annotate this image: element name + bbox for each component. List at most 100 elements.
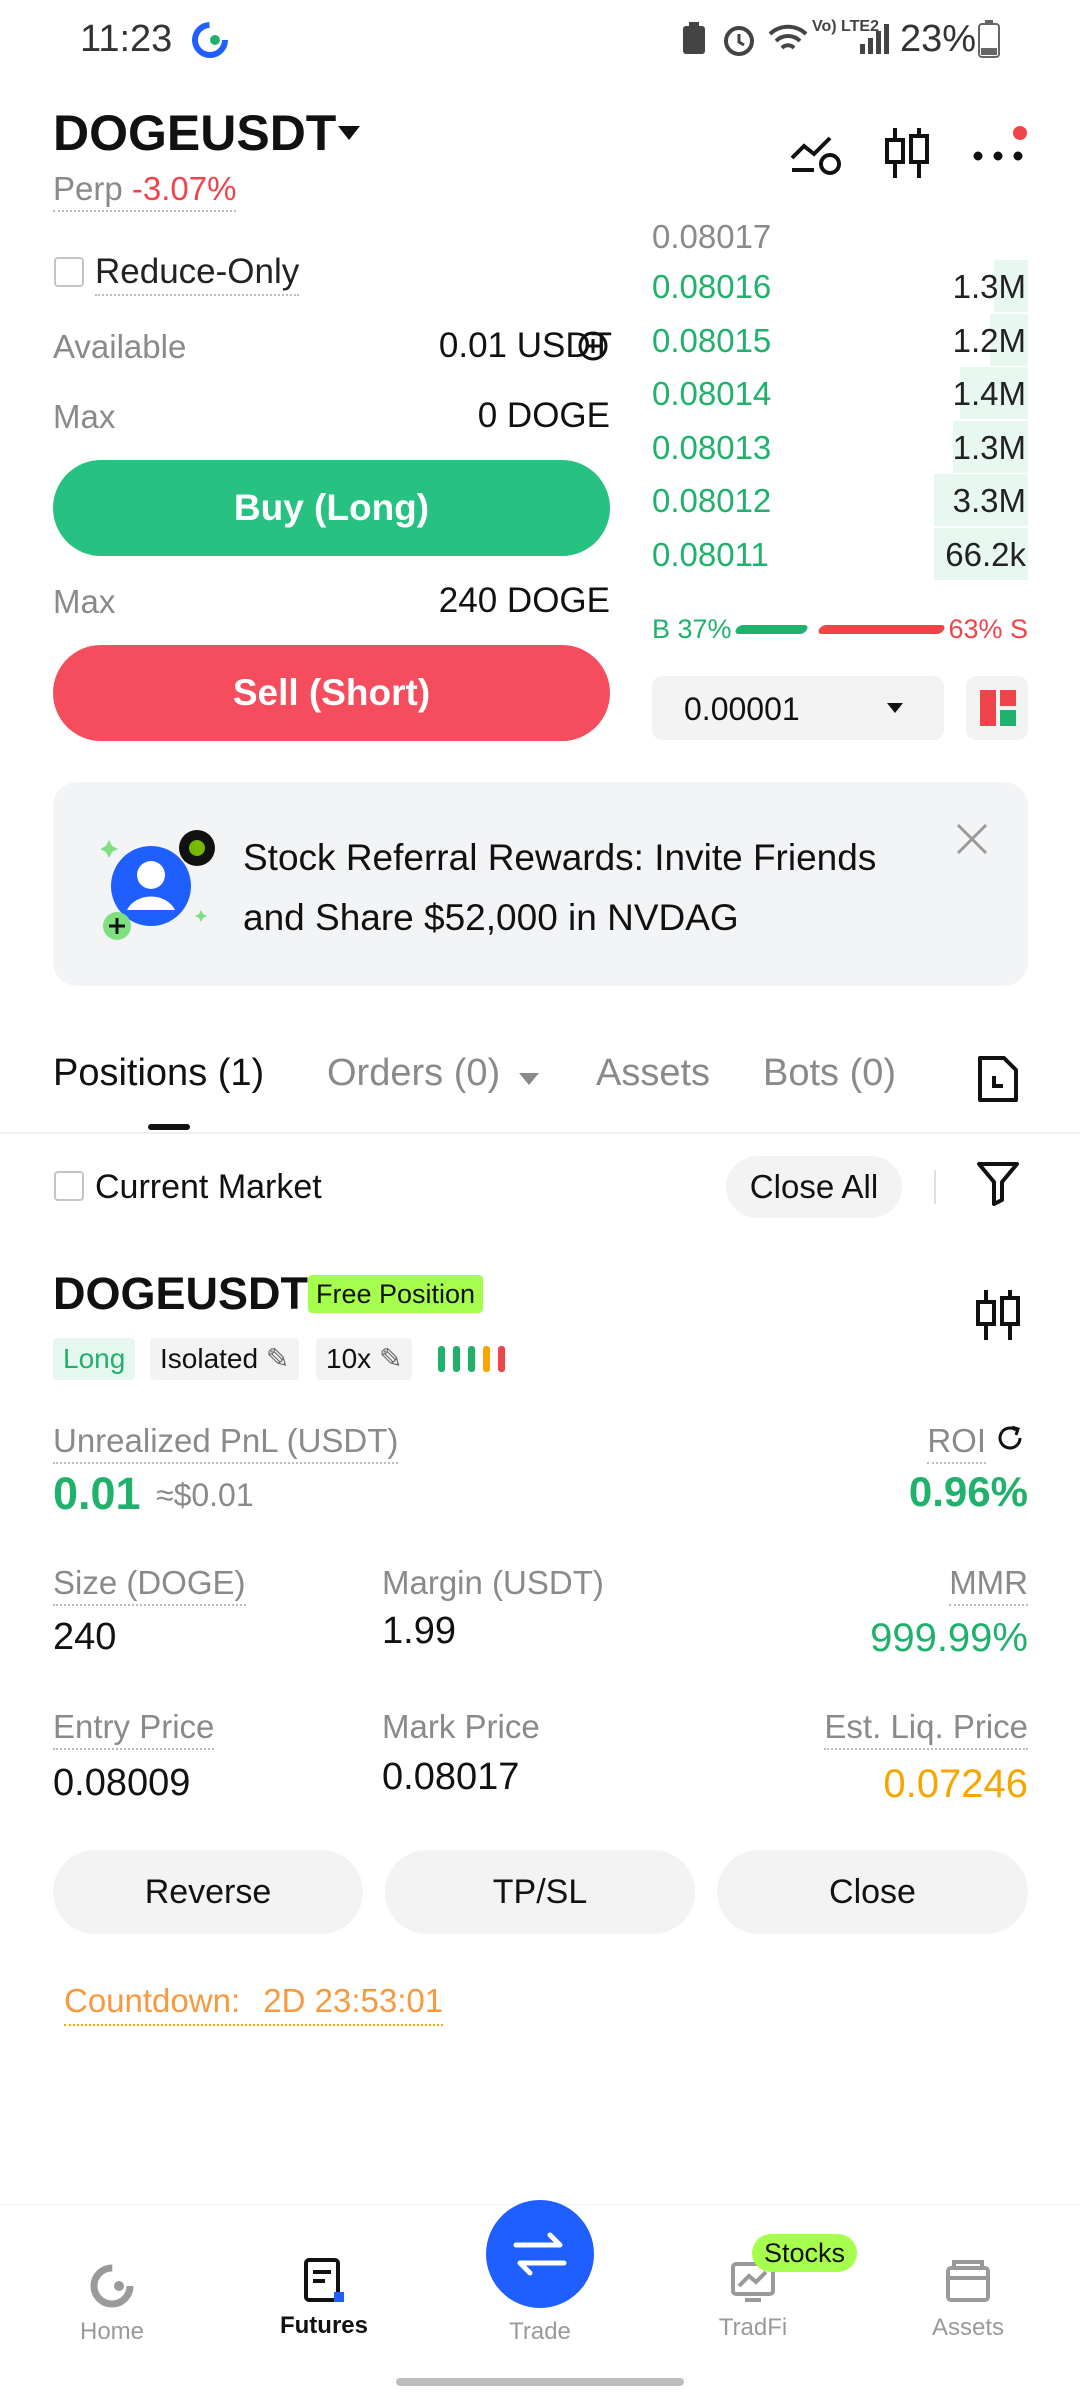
bid-quantity: 1.4M	[952, 375, 1026, 413]
mmr-value: 999.99%	[870, 1616, 1028, 1660]
signal-icon	[860, 24, 889, 54]
close-banner-icon[interactable]	[955, 822, 989, 856]
status-bar: 11:23 Vo) LTE2 23%	[0, 0, 1080, 80]
bid-price: 0.08012	[652, 482, 772, 520]
available-label: Available	[53, 328, 187, 365]
margin-mode-label: Isolated	[160, 1343, 259, 1374]
more-icon[interactable]	[970, 120, 1030, 166]
mark-price-label: Mark Price	[382, 1708, 540, 1745]
free-position-badge: Free Position	[308, 1275, 484, 1313]
chevron-down-icon[interactable]	[336, 124, 362, 142]
close-all-button[interactable]: Close All	[726, 1156, 902, 1218]
current-market-label[interactable]: Current Market	[95, 1168, 322, 1207]
chart-tools-icon[interactable]	[790, 130, 842, 176]
order-book-row[interactable]: 0.08016 1.3M	[652, 260, 1028, 312]
max-buy-label: Max	[53, 398, 116, 435]
adl-indicator-icon	[438, 1346, 505, 1372]
symbol-title[interactable]: DOGEUSDT	[53, 104, 336, 162]
tick-size-select[interactable]: 0.00001	[652, 676, 944, 740]
current-market-checkbox[interactable]	[54, 1171, 84, 1201]
battery-saver-icon	[683, 22, 705, 54]
promo-banner[interactable]: Stock Referral Rewards: Invite Friends a…	[53, 782, 1028, 986]
home-icon	[90, 2264, 134, 2308]
leverage-badge[interactable]: 10x ✎	[316, 1338, 413, 1380]
book-layout-icon	[980, 690, 1016, 726]
buy-ratio-fill	[733, 625, 810, 634]
tab-orders[interactable]: Orders (0)	[327, 1052, 500, 1095]
position-symbol[interactable]: DOGEUSDT	[53, 1268, 308, 1320]
bid-quantity: 1.3M	[952, 428, 1026, 466]
filter-icon[interactable]	[976, 1160, 1020, 1206]
candlestick-chart-icon[interactable]	[882, 126, 932, 180]
chevron-down-icon[interactable]	[518, 1072, 540, 1086]
unrealized-pnl-value: 0.01	[53, 1468, 141, 1519]
buy-ratio-label: B 37%	[652, 614, 732, 644]
bid-price: 0.08015	[652, 321, 772, 359]
tab-bots[interactable]: Bots (0)	[763, 1052, 896, 1095]
edit-icon: ✎	[265, 1343, 290, 1374]
add-funds-icon[interactable]	[577, 330, 609, 362]
nav-assets-label: Assets	[931, 2314, 1005, 2341]
chevron-down-icon	[887, 703, 903, 713]
mark-price-value: 0.08017	[382, 1756, 520, 1798]
price-change: -3.07%	[131, 170, 237, 207]
leverage-label: 10x	[326, 1343, 372, 1374]
order-book-row[interactable]: 0.08013 1.3M	[652, 420, 1028, 473]
stocks-badge: Stocks	[752, 2234, 858, 2272]
bid-price: 0.08011	[652, 536, 769, 573]
tpsl-button[interactable]: TP/SL	[385, 1850, 695, 1934]
bid-quantity: 1.2M	[952, 321, 1026, 359]
order-history-icon[interactable]	[976, 1054, 1020, 1104]
nav-tradfi-label: TradFi	[718, 2314, 788, 2341]
tab-positions[interactable]: Positions (1)	[53, 1052, 264, 1095]
candlestick-chart-icon[interactable]	[974, 1288, 1022, 1342]
bid-price: 0.08014	[652, 375, 772, 413]
countdown-value: 2D 23:53:01	[263, 1982, 444, 2019]
countdown-label: Countdown:	[64, 1982, 241, 2019]
nav-assets[interactable]: Assets	[888, 2258, 1048, 2342]
liq-price-label[interactable]: Est. Liq. Price	[824, 1708, 1028, 1750]
order-book-row[interactable]: 0.08015 1.2M	[652, 313, 1028, 366]
share-icon[interactable]	[996, 1424, 1026, 1454]
size-label[interactable]: Size (DOGE)	[53, 1564, 246, 1606]
entry-price-label[interactable]: Entry Price	[53, 1708, 215, 1750]
nav-trade-label[interactable]: Trade	[460, 2318, 620, 2346]
order-book-row[interactable]: 0.08012 3.3M	[652, 474, 1028, 527]
book-layout-button[interactable]	[966, 676, 1028, 740]
banner-text: Stock Referral Rewards: Invite Friends a…	[243, 837, 877, 938]
mmr-label[interactable]: MMR	[949, 1564, 1028, 1606]
unrealized-pnl-label[interactable]: Unrealized PnL (USDT)	[53, 1422, 399, 1464]
buy-long-button[interactable]: Buy (Long)	[53, 460, 610, 556]
reduce-only-label[interactable]: Reduce-Only	[95, 252, 300, 296]
side-badge: Long	[53, 1338, 136, 1380]
margin-value: 1.99	[382, 1610, 456, 1652]
roi-label[interactable]: ROI	[927, 1422, 986, 1464]
bid-quantity: 1.3M	[952, 268, 1026, 305]
reverse-button[interactable]: Reverse	[53, 1850, 363, 1934]
countdown: Countdown: 2D 23:53:01	[64, 1982, 444, 2026]
nav-futures[interactable]: Futures	[244, 2256, 404, 2340]
home-indicator	[396, 2378, 684, 2386]
assets-icon	[946, 2260, 990, 2302]
sell-ratio-label: 63% S	[948, 614, 1028, 644]
alarm-icon	[724, 26, 754, 56]
bid-quantity: 3.3M	[952, 482, 1026, 520]
roi-value: 0.96%	[908, 1468, 1028, 1515]
nav-home[interactable]: Home	[32, 2262, 192, 2346]
trade-button[interactable]	[486, 2200, 594, 2308]
swap-icon	[513, 2232, 567, 2276]
bid-price: 0.08016	[652, 268, 772, 305]
edit-icon: ✎	[378, 1343, 403, 1374]
max-buy-value: 0 DOGE	[477, 396, 610, 435]
wifi-icon	[768, 24, 808, 50]
tab-assets[interactable]: Assets	[596, 1052, 710, 1095]
reduce-only-checkbox[interactable]	[54, 257, 84, 287]
margin-mode-badge[interactable]: Isolated ✎	[150, 1338, 300, 1380]
close-position-button[interactable]: Close	[717, 1850, 1028, 1934]
size-value: 240	[53, 1616, 117, 1658]
unrealized-pnl-usd: ≈$0.01	[156, 1477, 254, 1513]
order-book-row[interactable]: 0.08014 1.4M	[652, 367, 1028, 420]
sell-short-button[interactable]: Sell (Short)	[53, 645, 610, 741]
contract-info: Perp -3.07%	[53, 170, 237, 212]
order-book-row[interactable]: 0.08011 66.2k	[652, 528, 1028, 580]
